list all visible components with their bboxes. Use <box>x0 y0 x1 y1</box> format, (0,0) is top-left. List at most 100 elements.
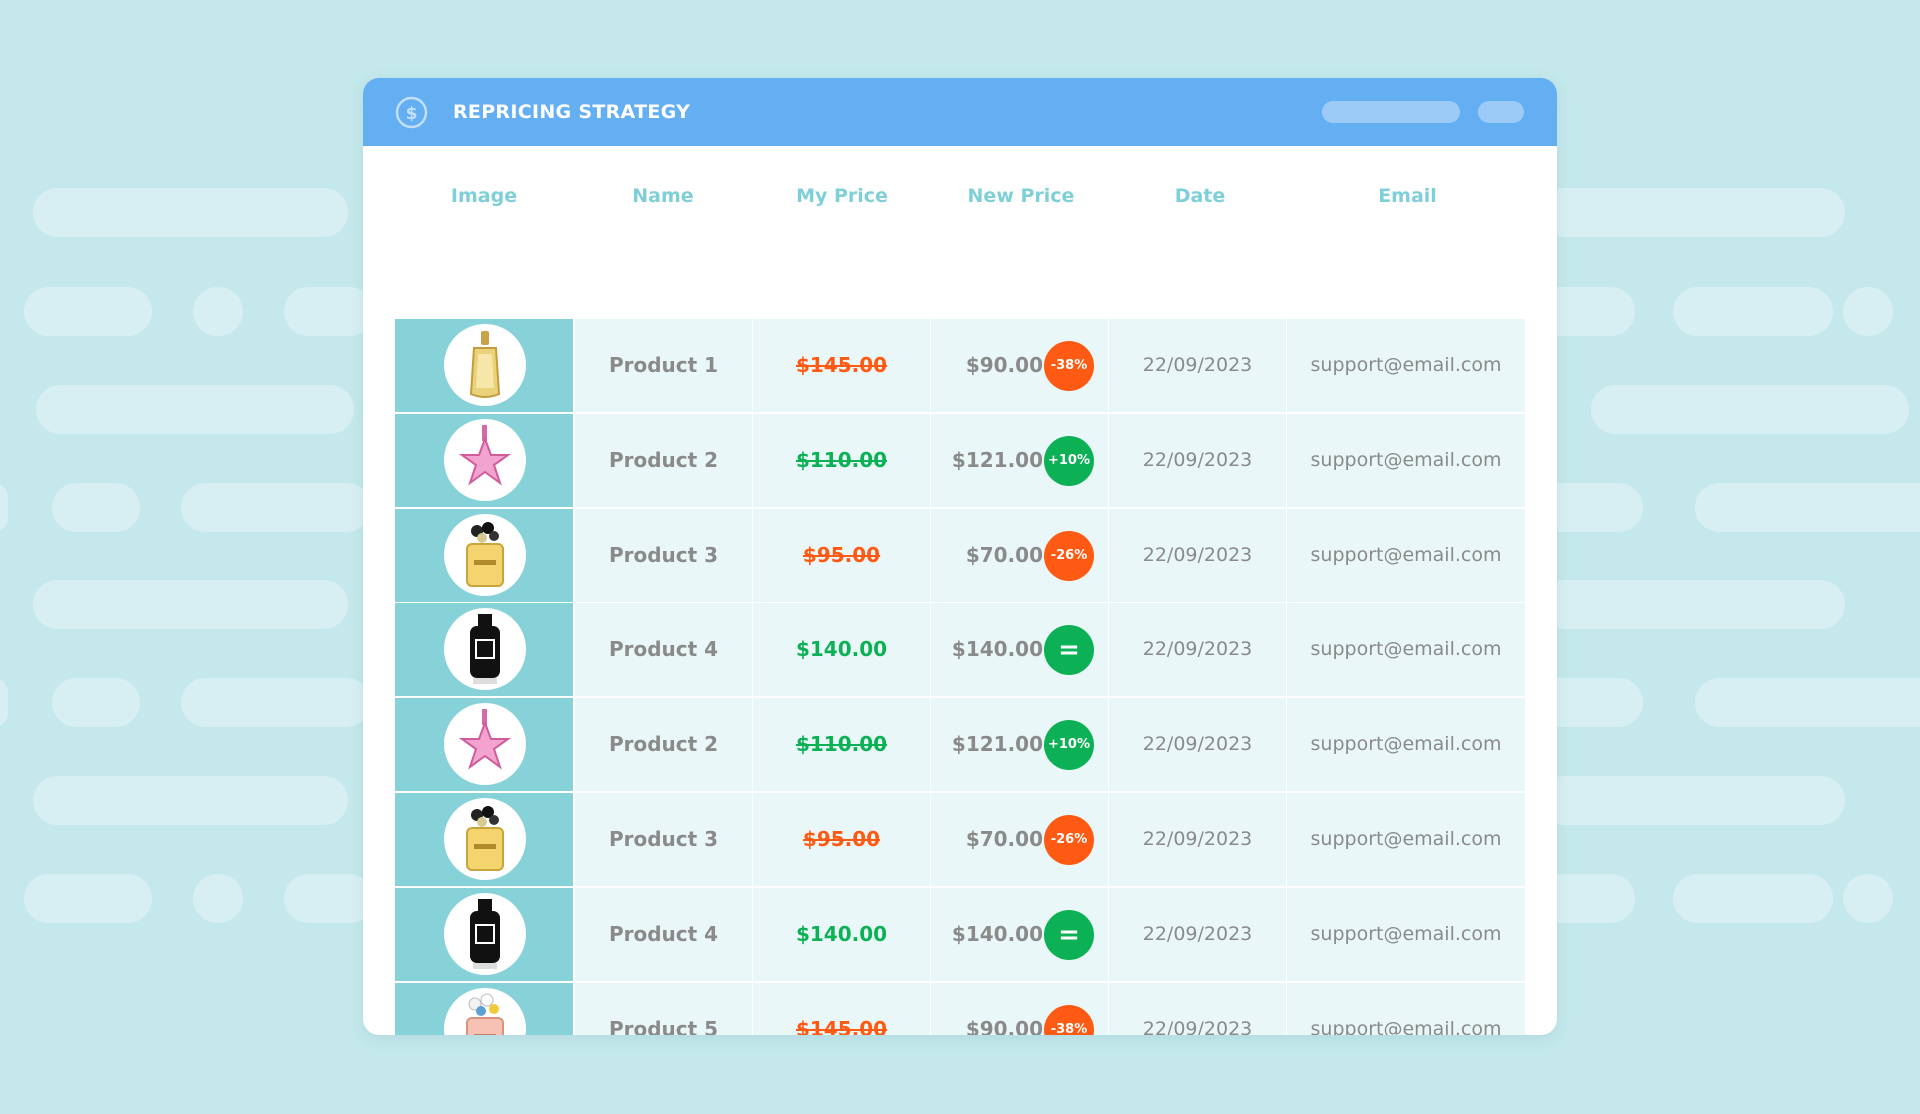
image-cell <box>395 508 573 602</box>
product-name: Product 3 <box>608 827 719 851</box>
image-cell <box>395 887 573 981</box>
bg-pill <box>1673 874 1833 923</box>
new-price-cell: $121.00 +10% <box>931 698 1108 792</box>
product-name: Product 2 <box>608 732 719 757</box>
image-cell <box>395 319 573 412</box>
bg-pill <box>1540 580 1845 629</box>
bg-pill <box>1673 287 1833 336</box>
new-price: $70.00 <box>965 542 1043 567</box>
new-price-cell: $121.00 +10% <box>931 413 1108 507</box>
new-price-cell: $140.00 = <box>931 887 1108 981</box>
new-price: $140.00 <box>951 637 1043 662</box>
column-header-image[interactable]: Image <box>395 166 573 226</box>
table-row[interactable]: Product 2 $110.00 $121.00 +10% 22/09/2023 sup… <box>395 413 1525 507</box>
table-row[interactable]: Product 4 $140.00 $140.00 = 22/09/2023 suppor… <box>395 887 1525 981</box>
new-price-cell: $70.00 -26% <box>931 793 1108 886</box>
table-row[interactable]: Product 4 $140.00 $140.00 = 22/09/2023 suppor… <box>395 603 1525 697</box>
bg-pill <box>193 874 243 923</box>
date-cell: 22/09/2023 <box>1109 793 1286 886</box>
bg-pill <box>1591 385 1909 434</box>
new-price: $90.00 <box>965 353 1043 377</box>
product-image[interactable] <box>444 418 526 501</box>
bg-pill <box>33 776 348 825</box>
table-row[interactable]: Product 3 $95.00 $70.00 -26% 22/09/2023 suppo… <box>395 508 1525 602</box>
date-cell: 22/09/2023 <box>1109 603 1286 697</box>
product-image[interactable] <box>444 513 526 596</box>
email-cell: support@email.com <box>1287 413 1525 507</box>
table-row[interactable]: Product 1 $145.00 $90.00 -38% 22/09/2023 supp… <box>395 319 1525 412</box>
bg-pill <box>1695 483 1920 532</box>
product-image[interactable] <box>444 798 526 880</box>
date: 22/09/2023 <box>1142 922 1253 945</box>
my-price: $95.00 <box>802 827 881 851</box>
product-name-cell: Product 2 <box>575 698 752 792</box>
my-price: $145.00 <box>795 353 888 377</box>
email-cell: support@email.com <box>1287 982 1525 1035</box>
email: support@email.com <box>1310 354 1502 376</box>
date: 22/09/2023 <box>1142 733 1253 756</box>
date: 22/09/2023 <box>1142 638 1253 661</box>
date: 22/09/2023 <box>1142 1017 1253 1035</box>
date: 22/09/2023 <box>1142 354 1253 376</box>
bg-pill <box>1540 776 1845 825</box>
email: support@email.com <box>1310 828 1502 850</box>
bg-pill <box>0 483 8 532</box>
product-image[interactable] <box>444 324 526 406</box>
email-cell: support@email.com <box>1287 793 1525 886</box>
title-bar: $ REPRICING STRATEGY <box>363 78 1557 146</box>
bg-pill <box>1695 678 1920 727</box>
repricing-window: $ REPRICING STRATEGY Image Name My Price… <box>363 78 1557 1035</box>
table-row[interactable]: Product 5 $145.00 $90.00 -38% 22/09/2023 supp… <box>395 982 1525 1035</box>
product-image[interactable] <box>444 987 526 1035</box>
date: 22/09/2023 <box>1142 448 1253 471</box>
bg-pill <box>0 678 8 727</box>
product-name-cell: Product 4 <box>575 887 752 981</box>
email-cell: support@email.com <box>1287 319 1525 412</box>
price-change-badge: +10% <box>1044 720 1094 771</box>
my-price: $110.00 <box>795 447 888 472</box>
price-change-badge: = <box>1044 909 1094 960</box>
bg-pill <box>181 678 371 727</box>
bg-pill <box>181 483 371 532</box>
email-cell: support@email.com <box>1287 508 1525 602</box>
email: support@email.com <box>1310 1017 1502 1035</box>
column-header-email[interactable]: Email <box>1290 166 1525 226</box>
new-price: $140.00 <box>951 921 1043 946</box>
email: support@email.com <box>1310 922 1502 945</box>
date: 22/09/2023 <box>1142 828 1253 850</box>
new-price: $121.00 <box>951 447 1043 472</box>
image-cell <box>395 982 573 1035</box>
product-name-cell: Product 4 <box>575 603 752 697</box>
product-image[interactable] <box>444 892 526 975</box>
window-title: REPRICING STRATEGY <box>453 101 691 123</box>
new-price-cell: $140.00 = <box>931 603 1108 697</box>
column-header-name[interactable]: Name <box>574 166 752 226</box>
email: support@email.com <box>1310 638 1502 661</box>
new-price-cell: $90.00 -38% <box>931 319 1108 412</box>
my-price-cell: $145.00 <box>753 982 930 1035</box>
dollar-circle-icon: $ <box>395 96 428 129</box>
price-change-badge: -38% <box>1044 1004 1094 1035</box>
bg-pill <box>52 483 140 532</box>
new-price-cell: $70.00 -26% <box>931 508 1108 602</box>
bg-pill <box>284 874 374 923</box>
my-price: $140.00 <box>795 921 888 946</box>
bg-pill <box>1843 874 1893 923</box>
column-header-my-price[interactable]: My Price <box>753 166 931 226</box>
product-name-cell: Product 1 <box>575 319 752 412</box>
new-price: $70.00 <box>965 827 1043 851</box>
bg-pill <box>36 385 354 434</box>
new-price: $121.00 <box>951 732 1043 757</box>
price-change-badge: -38% <box>1044 341 1094 391</box>
column-header-new-price[interactable]: New Price <box>932 166 1110 226</box>
product-image[interactable] <box>444 703 526 786</box>
titlebar-placeholder-button[interactable] <box>1478 101 1524 123</box>
product-image[interactable] <box>444 608 526 691</box>
product-name: Product 4 <box>608 921 719 946</box>
table-row[interactable]: Product 2 $110.00 $121.00 +10% 22/09/2023 sup… <box>395 698 1525 792</box>
price-change-badge: -26% <box>1044 530 1094 581</box>
table-row[interactable]: Product 3 $95.00 $70.00 -26% 22/09/2023 suppo… <box>395 793 1525 886</box>
my-price: $95.00 <box>802 542 881 567</box>
column-header-date[interactable]: Date <box>1111 166 1289 226</box>
email: support@email.com <box>1310 733 1502 756</box>
